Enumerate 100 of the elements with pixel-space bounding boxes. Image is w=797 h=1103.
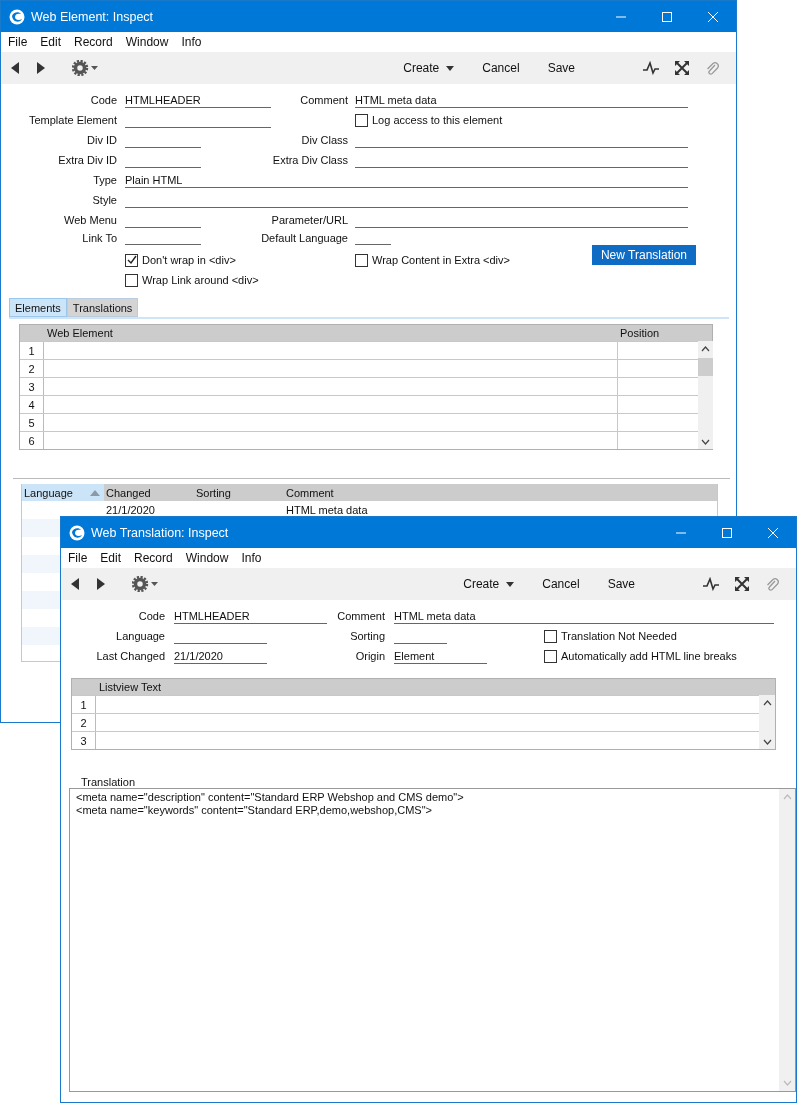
toolbar-button[interactable]: Create xyxy=(449,575,529,593)
checkbox[interactable] xyxy=(355,113,368,127)
field-label: Language xyxy=(116,630,165,642)
checkbox-label: Wrap Content in Extra <div> xyxy=(372,254,510,266)
field-label: Translation xyxy=(81,776,136,788)
field-label: Div Class xyxy=(301,134,348,146)
paperclip-icon[interactable] xyxy=(765,576,779,592)
table-cell-text: HTML meta data xyxy=(285,504,369,516)
close-icon[interactable] xyxy=(708,11,718,22)
window-title: Web Translation: Inspect xyxy=(91,525,229,540)
field-label: Code xyxy=(138,610,165,622)
field-label: Type xyxy=(93,174,117,186)
menu-item[interactable]: Window xyxy=(125,35,169,49)
chevron-up-icon[interactable] xyxy=(701,346,710,352)
scrollbar[interactable] xyxy=(759,695,775,749)
input-field[interactable]: HTMLHEADER xyxy=(125,92,271,108)
input-field[interactable]: Plain HTML xyxy=(125,172,688,188)
row-number: 4 xyxy=(20,396,44,413)
field-label: Origin xyxy=(355,650,385,662)
expand-icon[interactable] xyxy=(675,61,689,75)
column-header[interactable]: Sorting xyxy=(194,484,284,501)
field-text: <meta name="description" content="Standard ERP Webshop and CMS demo"> <meta name="keywords" content="Standard ERP,demo,webshop,CMS"> xyxy=(75,790,465,818)
row-number: 2 xyxy=(72,714,96,731)
checkbox[interactable] xyxy=(544,649,557,663)
toolbar-button[interactable]: Cancel xyxy=(528,575,594,593)
close-icon[interactable] xyxy=(768,527,778,538)
column-header[interactable]: Changed xyxy=(104,484,194,501)
menu-item[interactable]: File xyxy=(8,35,28,49)
checkbox[interactable] xyxy=(125,253,138,267)
field-label: Code xyxy=(90,94,117,106)
field-label: Default Language xyxy=(261,231,348,244)
checkbox[interactable] xyxy=(355,253,368,267)
checkbox-label: Translation Not Needed xyxy=(561,630,677,642)
toolbar-button[interactable]: Create xyxy=(389,59,469,77)
field-label: Link To xyxy=(82,231,117,244)
chevron-down-icon[interactable] xyxy=(701,439,710,445)
tab[interactable]: Translations xyxy=(66,298,139,317)
row-number: 3 xyxy=(72,732,96,749)
row-number: 1 xyxy=(72,696,96,713)
field-label: Last Changed xyxy=(96,650,165,662)
right-arrow-icon[interactable] xyxy=(37,62,45,74)
scroll-thumb[interactable] xyxy=(698,358,713,376)
right-arrow-icon[interactable] xyxy=(97,578,105,590)
left-arrow-icon[interactable] xyxy=(71,578,79,590)
menu-item[interactable]: Window xyxy=(185,551,229,565)
input-field[interactable]: HTML meta data xyxy=(394,608,774,624)
field-label: Extra Div ID xyxy=(58,154,117,166)
new-translation-button[interactable]: New Translation xyxy=(591,245,696,265)
caret-icon xyxy=(446,65,455,71)
menu-item[interactable]: File xyxy=(68,551,88,565)
maximize-icon[interactable] xyxy=(662,11,672,22)
field-label: Comment xyxy=(300,94,348,106)
table-cell-text: 21/1/2020 xyxy=(105,504,156,516)
scrollbar[interactable] xyxy=(698,341,713,449)
menu-item[interactable]: Info xyxy=(241,551,262,565)
gear-icon[interactable] xyxy=(72,60,98,76)
row-number: 1 xyxy=(20,342,44,359)
row-number: 5 xyxy=(20,414,44,431)
input-field[interactable]: 21/1/2020 xyxy=(174,648,267,664)
checkbox-label: Don't wrap in <div> xyxy=(142,254,236,266)
logo-icon xyxy=(69,524,85,541)
menu-item[interactable]: Record xyxy=(134,551,173,565)
gear-icon[interactable] xyxy=(132,576,158,592)
row-number: 6 xyxy=(20,432,44,449)
toolbar-button[interactable]: Save xyxy=(593,575,649,593)
checkbox[interactable] xyxy=(125,273,138,287)
text-area[interactable]: <meta name="description" content="Standard ERP Webshop and CMS demo"> <meta name="keywords" content="Standard ERP,demo,webshop,CMS"> xyxy=(69,788,796,1092)
checkbox[interactable] xyxy=(544,629,557,643)
menu-item[interactable]: Record xyxy=(74,35,113,49)
paperclip-icon[interactable] xyxy=(705,60,719,76)
column-header[interactable]: Comment xyxy=(284,484,717,501)
column-header[interactable]: Language xyxy=(22,484,104,501)
menu-item[interactable]: Edit xyxy=(100,551,122,565)
chevron-down-icon[interactable] xyxy=(762,739,772,745)
pulse-icon[interactable] xyxy=(703,577,719,591)
chevron-up-icon[interactable] xyxy=(762,700,772,706)
field-label: Parameter/URL xyxy=(271,214,348,226)
input-field[interactable]: Element xyxy=(394,648,487,664)
field-label: Extra Div Class xyxy=(272,154,348,166)
field-label: Div ID xyxy=(87,134,117,146)
maximize-icon[interactable] xyxy=(722,527,732,538)
pulse-icon[interactable] xyxy=(643,61,659,75)
toolbar-button[interactable]: Save xyxy=(533,59,589,77)
checkbox-label: Automatically add HTML line breaks xyxy=(561,650,737,662)
sort-arrow-icon xyxy=(90,489,100,496)
input-field[interactable]: HTML meta data xyxy=(355,92,688,108)
toolbar-button[interactable]: Cancel xyxy=(468,59,534,77)
column-header[interactable]: Position xyxy=(617,327,697,339)
field-label: Web Menu xyxy=(64,214,117,226)
row-number: 2 xyxy=(20,360,44,377)
logo-icon xyxy=(9,8,25,25)
expand-icon[interactable] xyxy=(735,577,749,591)
field-label: Comment xyxy=(337,610,385,622)
input-field[interactable]: HTMLHEADER xyxy=(174,608,327,624)
menu-item[interactable]: Edit xyxy=(40,35,62,49)
tab[interactable]: Elements xyxy=(9,298,67,317)
column-header[interactable]: Web Element xyxy=(44,327,617,339)
field-label: Template Element xyxy=(28,114,117,126)
menu-item[interactable]: Info xyxy=(181,35,202,49)
left-arrow-icon[interactable] xyxy=(11,62,19,74)
